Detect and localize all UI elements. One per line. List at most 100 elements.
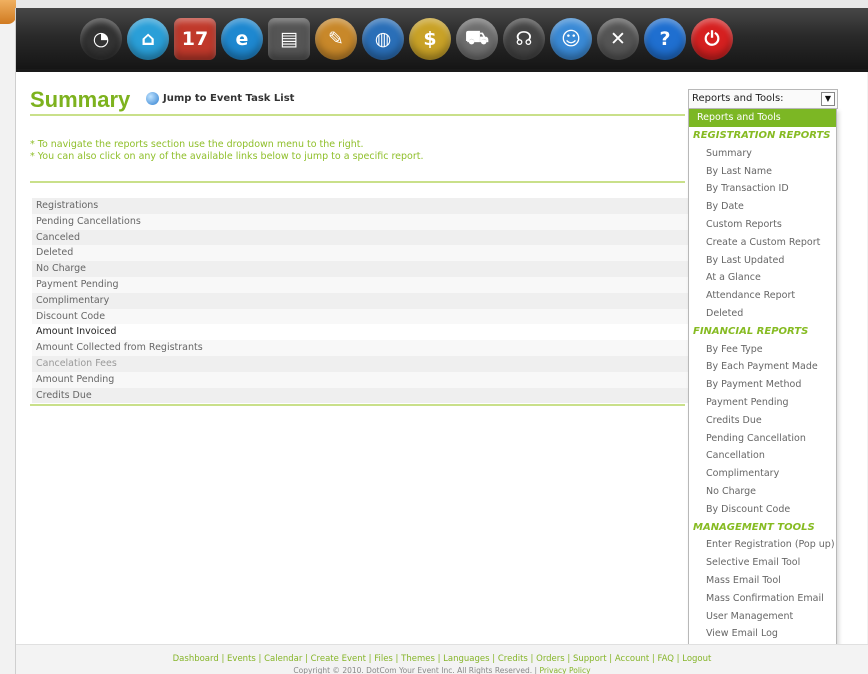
menu-item[interactable]: By Last Name [689,163,836,181]
calendar-icon[interactable]: 17 [174,18,216,60]
create-event-icon[interactable]: e [221,18,263,60]
footer-separator: | [434,654,444,664]
table-row[interactable]: No Charge [32,261,704,277]
app-frame: ◔ ⌂ 17 e ▤ ✎ ◍ $ ⛟ ☊ ☺ ✕? ⏻ Summary Jump to Event Ta… [15,8,868,674]
footer-link[interactable]: Account [615,654,649,664]
privacy-policy-link[interactable]: Privacy Policy [539,666,590,674]
footer-link[interactable]: Events [227,654,256,664]
footer-link[interactable]: Themes [401,654,435,664]
menu-item[interactable]: Summary [689,145,836,163]
menu-item[interactable]: Cancellation [689,447,836,465]
instruction-line: * To navigate the reports section use th… [30,139,364,150]
reports-tools-menu: Reports and Tools REGISTRATION REPORTS Su… [688,108,837,649]
table-row[interactable]: Discount Code [32,308,704,325]
menu-section-heading: MANAGEMENT TOOLS [693,521,815,533]
footer-link[interactable]: Create Event [311,654,366,664]
logout-icon[interactable]: ⏻ [691,18,733,60]
menu-item[interactable]: By Transaction ID [689,180,836,198]
home-icon[interactable]: ⌂ [127,18,169,60]
footer-link[interactable]: Calendar [264,654,302,664]
menu-item[interactable]: By Payment Method [689,376,836,394]
footer-link[interactable]: Dashboard [173,654,219,664]
menu-item[interactable]: Selective Email Tool [689,554,836,572]
orders-icon[interactable]: ⛟ [456,18,498,60]
menu-item[interactable]: Mass Email Tool [689,572,836,590]
window-corner-tab [0,0,16,24]
menu-item[interactable]: By Last Updated [689,252,836,270]
table-row[interactable]: Amount Collected from Registrants [32,340,704,356]
menu-section-heading: REGISTRATION REPORTS [693,130,831,141]
footer-separator: | [673,654,683,664]
footer-separator: | [564,654,573,664]
table-row[interactable]: Cancelation Fees [32,355,704,372]
footer-separator: | [302,654,311,664]
tools-icon[interactable]: ✕ [597,18,639,60]
jump-to-task-list-link[interactable]: Jump to Event Task List [146,92,294,105]
menu-item[interactable]: No Charge [689,483,836,501]
help-icon[interactable]: ? [644,18,686,60]
copyright-text: Copyright © 2010. DotCom Your Event Inc.… [293,666,533,674]
footer-separator: | [527,654,537,664]
footer-separator: | [365,654,375,664]
account-icon[interactable]: ☺ [550,18,592,60]
footer-separator: | [255,654,265,664]
footer-link[interactable]: FAQ [658,654,674,664]
menu-item[interactable]: Payment Pending [689,394,836,412]
menu-item[interactable]: Enter Registration (Pop up) [689,536,836,554]
table-row[interactable]: Payment Pending [32,276,704,293]
menu-item[interactable]: At a Glance [689,269,836,287]
footer-separator: | [489,654,498,664]
title-divider [30,114,685,116]
instructions: * To navigate the reports section use th… [30,139,424,163]
chevron-down-icon[interactable]: ▼ [821,92,835,106]
table-row[interactable]: Amount Invoiced [32,324,704,341]
table-row[interactable]: Registrations [32,198,704,214]
main-toolbar: ◔ ⌂ 17 e ▤ ✎ ◍ $ ⛟ ☊ ☺ ✕? ⏻ [16,8,868,72]
menu-item[interactable]: Attendance Report [689,287,836,305]
footer-copyright: Copyright © 2010. DotCom Your Event Inc.… [293,666,591,674]
instruction-line: * You can also click on any of the avail… [30,151,424,162]
menu-item[interactable]: By Fee Type [689,341,836,359]
page-title: Summary [30,87,131,112]
table-row[interactable]: Complimentary [32,292,704,309]
footer-link[interactable]: Files [374,654,393,664]
footer-link[interactable]: Support [573,654,607,664]
footer-link[interactable]: Orders [536,654,565,664]
menu-item[interactable]: Complimentary [689,465,836,483]
footer-link[interactable]: Logout [682,654,711,664]
languages-icon[interactable]: ◍ [362,18,404,60]
menu-item[interactable]: Credits Due [689,412,836,430]
menu-item[interactable]: Custom Reports [689,216,836,234]
table-row[interactable]: Deleted [32,245,704,262]
credits-icon[interactable]: $ [409,18,451,60]
menu-item[interactable]: By Date [689,198,836,216]
footer-separator: | [392,654,402,664]
table-row[interactable]: Canceled [32,229,704,246]
footer-links: Dashboard | Events | Calendar | Create E… [16,654,868,664]
themes-icon[interactable]: ✎ [315,18,357,60]
support-icon[interactable]: ☊ [503,18,545,60]
menu-section-heading: FINANCIAL REPORTS [693,325,809,337]
files-icon[interactable]: ▤ [268,18,310,60]
menu-item-selected[interactable]: Reports and Tools [689,109,836,127]
menu-item[interactable]: By Discount Code [689,501,836,519]
speedometer-icon[interactable]: ◔ [80,18,122,60]
footer: Dashboard | Events | Calendar | Create E… [16,644,868,674]
menu-item[interactable]: By Each Payment Made [689,358,836,376]
toolbar-icon-group: ◔ ⌂ 17 e ▤ ✎ ◍ $ ⛟ ☊ ☺ ✕? ⏻ [80,18,733,62]
footer-link[interactable]: Credits [498,654,528,664]
reports-tools-dropdown[interactable]: Reports and Tools: ▼ [688,89,838,109]
table-row[interactable]: Credits Due [32,387,704,404]
table-divider [30,404,685,406]
window-top-strip [16,0,868,8]
menu-item[interactable]: View Email Log [689,625,836,643]
footer-link[interactable]: Languages [443,654,489,664]
menu-item[interactable]: Pending Cancellation [689,430,836,448]
table-row[interactable]: Amount Pending [32,371,704,388]
menu-item[interactable]: Create a Custom Report [689,234,836,252]
summary-table: Registrations Pending Cancellations Cancel… [32,198,704,404]
menu-item[interactable]: Deleted [689,305,836,323]
menu-item[interactable]: User Management [689,608,836,626]
table-row[interactable]: Pending Cancellations [32,213,704,230]
menu-item[interactable]: Mass Confirmation Email [689,590,836,608]
